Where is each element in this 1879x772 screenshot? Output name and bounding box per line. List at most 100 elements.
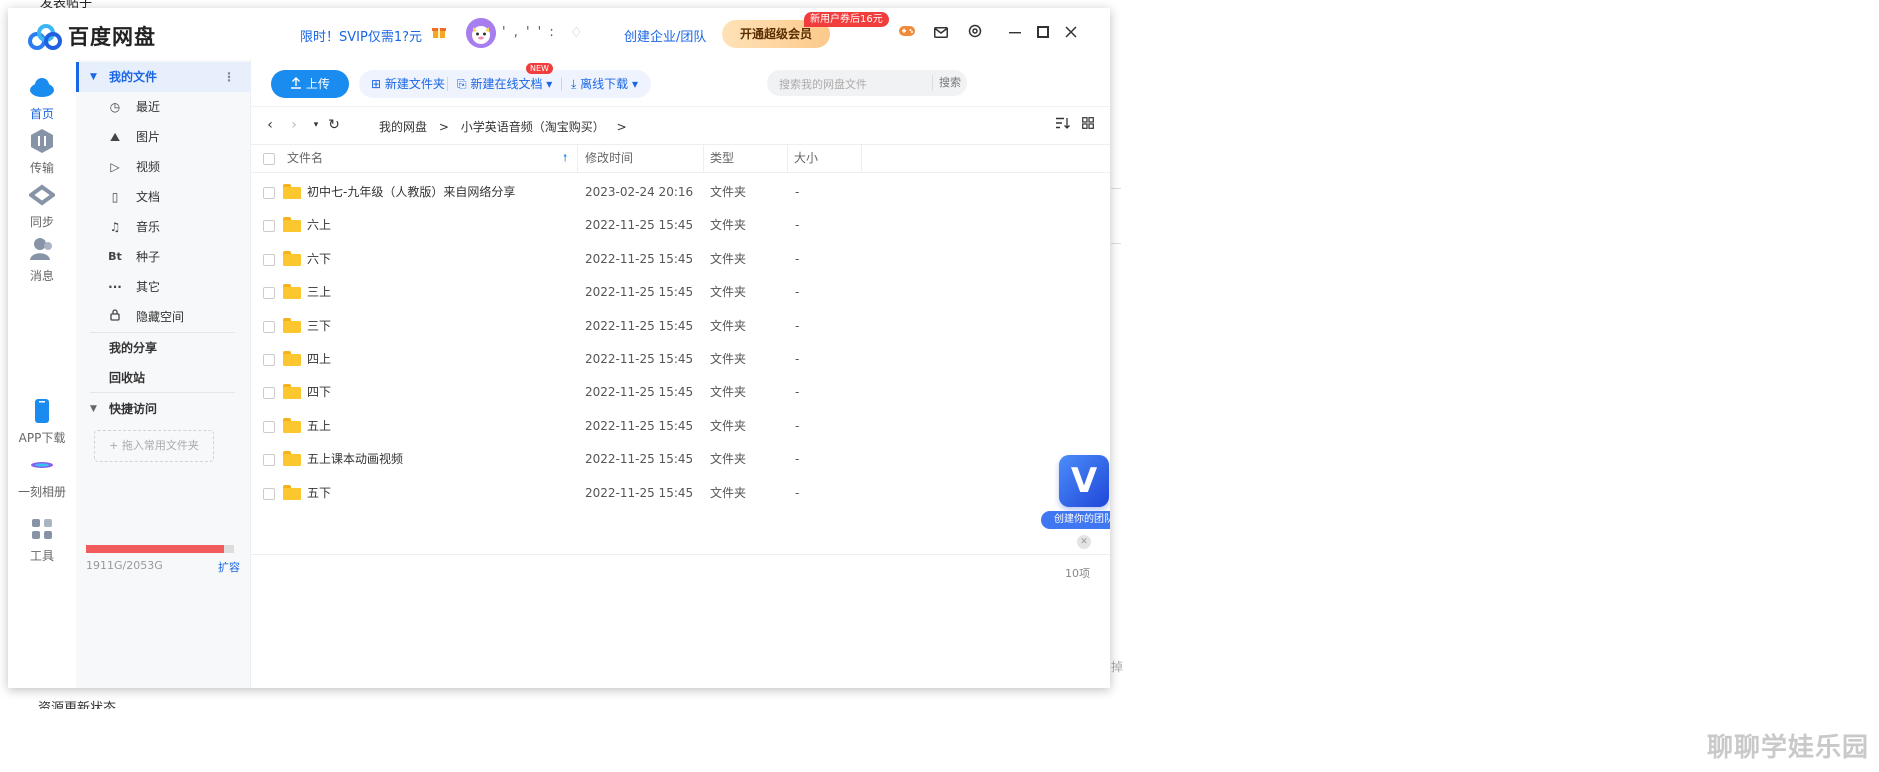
caret-down-icon[interactable]: ▼ [90,62,97,92]
close-promo-icon[interactable]: ✕ [1077,535,1091,549]
sidebar-item-quick-access[interactable]: ▼ 快捷访问 [76,394,250,424]
username[interactable]: ' , ' ' : [502,25,556,40]
row-checkbox[interactable] [263,487,275,500]
image-icon: ⛰ [109,130,121,144]
rail-item-app-download[interactable]: APP下载 [8,398,76,446]
vip-diamond-icon[interactable]: ♢ [570,25,583,41]
column-type[interactable]: 类型 [710,145,734,172]
rail-label: 一刻相册 [17,485,66,499]
sidebar-item-recent[interactable]: ◷ 最近 [76,92,250,122]
sort-asc-icon[interactable]: 🠕 [563,145,567,172]
app-logo[interactable]: 百度网盘 [28,21,156,51]
storage-quota-text: 1911G/2053G [86,559,163,572]
row-checkbox[interactable] [263,387,275,400]
row-checkbox[interactable] [263,253,275,266]
sort-icon[interactable] [1054,116,1072,134]
minimize-icon[interactable] [1004,22,1026,44]
select-all-checkbox[interactable] [263,153,275,165]
sidebar-item-torrents[interactable]: Bt 种子 [76,242,250,272]
sidebar-item-documents[interactable]: ▯ 文档 [76,182,250,212]
table-row[interactable]: 五下 2022-11-25 15:45 文件夹 - [251,473,1110,513]
offline-download-button[interactable]: ⤓ 离线下载 ▾ [571,70,638,98]
history-dropdown-icon[interactable]: ▾ [307,116,325,134]
sidebar-item-hidden-space[interactable]: 隐藏空间 [76,302,250,332]
gift-icon[interactable] [432,25,446,39]
rail-label: 工具 [29,549,54,563]
folder-icon [283,250,301,266]
caret-down-icon[interactable]: ▼ [90,394,97,424]
more-options-icon[interactable]: ⋮ [223,62,235,92]
back-icon[interactable]: ‹ [261,116,279,134]
row-checkbox[interactable] [263,320,275,333]
row-checkbox[interactable] [263,454,275,467]
grid-view-icon[interactable] [1079,116,1097,134]
sidebar-item-label: 我的文件 [109,70,158,84]
background-divider [1111,188,1121,189]
sidebar-item-other[interactable]: ··· 其它 [76,272,250,302]
refresh-icon[interactable]: ↻ [325,116,343,134]
forward-icon[interactable]: › [285,116,303,134]
rail-item-tools[interactable]: 工具 [8,516,76,564]
toolbar: 上传 ⊞ 新建文件夹 ⎘ 新建在线文档 ▾ NEW ⤓ 离线下载 ▾ 搜索我的网… [251,60,1110,106]
column-modified[interactable]: 修改时间 [585,145,633,172]
settings-icon[interactable] [964,22,986,44]
sidebar-item-music[interactable]: ♫ 音乐 [76,212,250,242]
rail-label: 传输 [29,161,54,175]
row-checkbox[interactable] [263,354,275,366]
sidebar-item-label: 回收站 [109,371,146,385]
upload-icon [291,77,302,89]
sidebar-item-label: 最近 [136,100,161,114]
rail-item-sync[interactable]: 同步 [8,182,76,230]
toolbar-separator [561,77,562,91]
sidebar-item-label: 快捷访问 [109,402,158,416]
row-checkbox[interactable] [263,220,275,233]
file-type: 文件夹 [710,485,747,500]
new-folder-button[interactable]: ⊞ 新建文件夹 [371,70,445,98]
column-name[interactable]: 文件名 [287,145,323,172]
new-folder-icon: ⊞ [371,77,382,91]
file-size: - [795,485,800,500]
avatar[interactable] [466,18,496,48]
sidebar-item-label: 种子 [136,250,161,264]
search-box: 搜索 [767,70,967,98]
breadcrumb-current[interactable]: 小学英语音频（淘宝购买） [461,120,605,134]
chevron-down-icon: ▾ [546,77,553,91]
sidebar-item-my-files[interactable]: ▼ 我的文件 ⋮ [76,62,253,92]
column-separator [861,145,862,172]
sidebar-item-videos[interactable]: ▷ 视频 [76,152,250,182]
folder-icon [283,317,301,333]
new-doc-icon: ⎘ [457,77,467,91]
row-checkbox[interactable] [263,287,275,300]
sidebar-item-my-share[interactable]: 我的分享 [76,333,250,363]
maximize-icon[interactable] [1032,22,1054,44]
sidebar-item-images[interactable]: ⛰ 图片 [76,122,250,152]
expand-storage-link[interactable]: 扩容 [218,559,240,575]
svip-promo-link[interactable]: 限时！SVIP仅需1?元 [300,26,422,45]
create-team-promo[interactable]: V 创建你的团队 ✕ [1041,455,1110,549]
title-bar: 百度网盘 限时！SVIP仅需1?元 ' , ' ' : ♢ 创建企业/团队 开通… [8,8,1110,60]
quick-access-dropzone[interactable]: + 拖入常用文件夹 [94,430,214,462]
left-rail: 首页 传输 同步 消息 APP下载 一刻相册 工具 [8,60,76,688]
sidebar-item-recycle-bin[interactable]: 回收站 [76,363,250,393]
row-checkbox[interactable] [263,187,275,199]
rail-item-messages[interactable]: 消息 [8,236,76,284]
breadcrumb-root[interactable]: 我的网盘 [379,120,427,134]
rail-item-transfer[interactable]: 传输 [8,128,76,176]
status-bar: 10项 [251,554,1110,588]
search-button[interactable]: 搜索 [932,75,967,91]
create-team-link[interactable]: 创建企业/团队 [624,26,706,45]
mail-icon[interactable] [930,22,952,44]
new-online-doc-button[interactable]: ⎘ 新建在线文档 ▾ [457,70,552,98]
column-size[interactable]: 大小 [794,145,818,172]
game-icon[interactable] [896,22,918,44]
row-checkbox[interactable] [263,420,275,433]
search-input[interactable] [777,70,931,98]
file-name[interactable]: 五下 [307,473,331,513]
more-icon: ··· [108,280,122,294]
rail-item-home[interactable]: 首页 [8,74,76,122]
upload-button[interactable]: 上传 [271,70,349,98]
storage-quota-fill [86,545,224,553]
close-icon[interactable] [1060,22,1082,44]
tools-icon [29,516,55,542]
rail-item-album[interactable]: 一刻相册 [8,452,76,500]
